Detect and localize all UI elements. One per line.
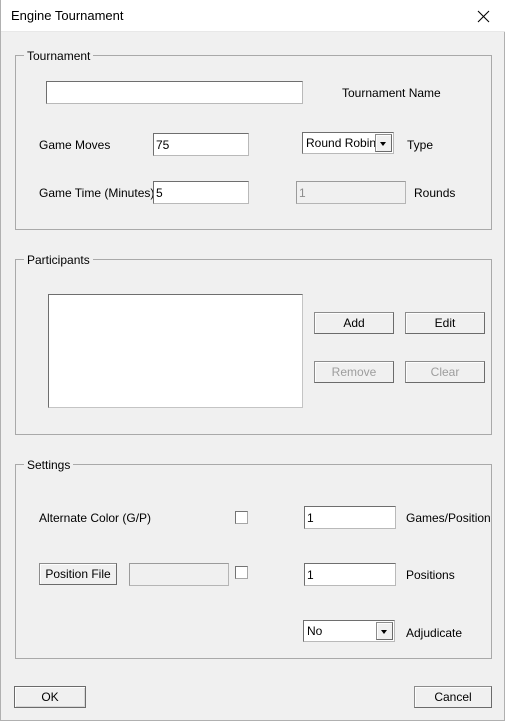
remove-button: Remove [314,361,394,383]
type-dropdown[interactable]: Round Robin [302,132,394,154]
close-icon [477,10,490,23]
remove-button-label: Remove [331,365,377,379]
position-file-input [129,563,229,586]
type-dropdown-value: Round Robin [306,136,377,150]
position-file-checkbox[interactable] [235,566,248,579]
clear-button: Clear [405,361,485,383]
cancel-button-label: Cancel [434,690,472,704]
game-moves-input[interactable] [153,133,249,156]
position-file-button-label: Position File [45,567,111,581]
tournament-name-label: Tournament Name [342,86,441,100]
cancel-button[interactable]: Cancel [414,686,492,708]
settings-group-legend: Settings [24,458,74,472]
adjudicate-dropdown[interactable]: No [303,620,395,642]
add-button-label: Add [343,316,365,330]
alternate-color-checkbox[interactable] [235,511,248,524]
games-position-input[interactable] [304,506,396,529]
adjudicate-label: Adjudicate [406,626,463,640]
positions-input[interactable] [304,563,396,586]
edit-button-label: Edit [434,316,456,330]
game-moves-label: Game Moves [39,138,111,152]
close-button[interactable] [461,0,505,31]
ok-button[interactable]: OK [14,686,86,708]
alternate-color-label: Alternate Color (G/P) [39,511,152,525]
add-button[interactable]: Add [314,312,394,334]
edit-button[interactable]: Edit [405,312,485,334]
position-file-button[interactable]: Position File [39,563,117,585]
game-time-input[interactable] [153,181,249,204]
chevron-down-icon[interactable] [376,622,393,640]
game-time-label: Game Time (Minutes) [39,186,155,200]
ok-button-label: OK [41,690,59,704]
adjudicate-dropdown-value: No [307,624,323,638]
clear-button-label: Clear [430,365,460,379]
type-label: Type [407,138,434,152]
participants-listbox[interactable] [48,294,303,408]
rounds-label: Rounds [414,186,456,200]
rounds-input [296,181,406,204]
tournament-name-input[interactable] [46,81,303,104]
participants-group-legend: Participants [24,253,93,267]
games-position-label: Games/Position [406,511,491,525]
window-title: Engine Tournament [11,8,124,23]
chevron-down-icon[interactable] [375,134,392,152]
engine-tournament-dialog: Engine Tournament Tournament Tournament … [0,0,505,721]
tournament-group-legend: Tournament [24,49,94,63]
positions-label: Positions [406,568,455,582]
title-bar: Engine Tournament [1,0,505,32]
